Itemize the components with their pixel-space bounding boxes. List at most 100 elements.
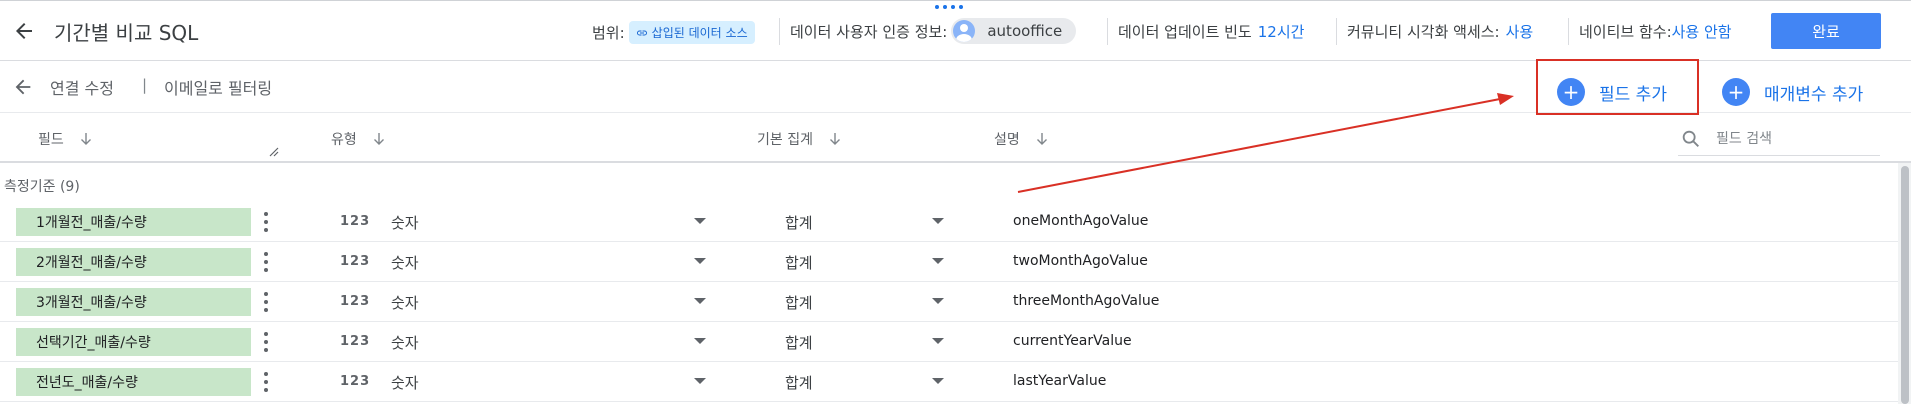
toolbar-divider: | — [142, 76, 148, 94]
kebab-menu-icon[interactable] — [259, 251, 273, 273]
column-header-label: 기본 집계 — [757, 132, 813, 148]
scope-label: 범위: — [592, 24, 625, 42]
community-info: 커뮤니티 시각화 액세스: 사용 — [1347, 21, 1533, 42]
freshness-info: 데이터 업데이트 빈도 12시간 — [1118, 21, 1304, 42]
table-row: 2개월전_매출/수량 123 숫자 합계 twoMonthAgoValue — [0, 242, 1898, 282]
add-parameter-label: 매개변수 추가 — [1764, 84, 1864, 105]
table-row: 1개월전_매출/수량 123 숫자 합계 oneMonthAgoValue — [0, 202, 1898, 242]
filter-by-email-link[interactable]: 이메일로 필터링 — [164, 75, 272, 99]
credentials-label: 데이터 사용자 인증 정보: — [790, 22, 948, 41]
report-header: 기간별 비교 SQL 범위: 삽입된 데이터 소스 데이터 사용자 인증 정보:… — [0, 0, 1911, 61]
column-header-aggregation[interactable]: 기본 집계 — [757, 129, 843, 149]
native-link[interactable]: 사용 안함 — [1672, 21, 1732, 42]
arrow-down-icon — [829, 133, 840, 145]
native-label: 네이티브 함수: — [1579, 23, 1672, 41]
column-header-description[interactable]: 설명 — [994, 129, 1050, 149]
number-type-icon: 123 — [340, 214, 371, 229]
type-select[interactable]: 숫자 — [391, 292, 419, 313]
field-description[interactable]: currentYearValue — [1013, 333, 1132, 349]
field-search — [1678, 123, 1880, 156]
field-search-input[interactable] — [1716, 131, 1876, 147]
header-divider — [779, 18, 780, 45]
caret-down-icon[interactable] — [932, 378, 944, 384]
edit-connection-link[interactable]: 연결 수정 — [50, 75, 114, 99]
type-select[interactable]: 숫자 — [391, 252, 419, 273]
field-description[interactable]: oneMonthAgoValue — [1013, 213, 1148, 229]
caret-down-icon[interactable] — [932, 218, 944, 224]
table-row: 전년도_매출/수량 123 숫자 합계 lastYearValue — [0, 362, 1898, 402]
header-divider — [1336, 18, 1337, 45]
type-select[interactable]: 숫자 — [391, 372, 419, 393]
aggregation-select[interactable]: 합계 — [785, 212, 813, 233]
kebab-menu-icon[interactable] — [259, 291, 273, 313]
kebab-menu-icon[interactable] — [259, 211, 273, 233]
native-info: 네이티브 함수: 사용 안함 — [1579, 21, 1732, 42]
type-select[interactable]: 숫자 — [391, 212, 419, 233]
number-type-icon: 123 — [340, 374, 371, 389]
caret-down-icon[interactable] — [694, 258, 706, 264]
column-header-label: 유형 — [331, 132, 357, 148]
caret-down-icon[interactable] — [932, 298, 944, 304]
field-name-chip[interactable]: 선택기간_매출/수량 — [16, 328, 251, 356]
freshness-link[interactable]: 12시간 — [1258, 21, 1305, 42]
field-name-chip[interactable]: 전년도_매출/수량 — [16, 368, 251, 396]
column-header-label: 필드 — [38, 132, 64, 148]
add-field-button[interactable]: + 필드 추가 — [1557, 78, 1667, 106]
add-parameter-button[interactable]: + 매개변수 추가 — [1722, 78, 1863, 106]
back-arrow-icon[interactable] — [12, 76, 34, 98]
caret-down-icon[interactable] — [694, 298, 706, 304]
credentials-user: autooffice — [987, 22, 1063, 40]
community-link[interactable]: 사용 — [1506, 21, 1534, 42]
done-button[interactable]: 완료 — [1771, 13, 1881, 49]
caret-down-icon[interactable] — [932, 258, 944, 264]
column-resize-icon[interactable] — [269, 147, 279, 157]
field-name-chip[interactable]: 2개월전_매출/수량 — [16, 248, 251, 276]
add-field-label: 필드 추가 — [1599, 84, 1667, 105]
scrollbar-thumb[interactable] — [1901, 166, 1909, 404]
kebab-menu-icon[interactable] — [259, 371, 273, 393]
number-type-icon: 123 — [340, 334, 371, 349]
caret-down-icon[interactable] — [932, 338, 944, 344]
table-row: 3개월전_매출/수량 123 숫자 합계 threeMonthAgoValue — [0, 282, 1898, 322]
field-table-header: 필드 유형 기본 집계 설명 — [0, 113, 1911, 163]
page-title: 기간별 비교 SQL — [54, 21, 199, 45]
back-arrow-icon[interactable] — [12, 19, 36, 43]
link-icon — [636, 30, 647, 35]
search-icon — [1682, 130, 1699, 147]
community-label: 커뮤니티 시각화 액세스: — [1347, 23, 1500, 41]
field-name-chip[interactable]: 3개월전_매출/수량 — [16, 288, 251, 316]
scope-chip[interactable]: 삽입된 데이터 소스 — [628, 21, 755, 44]
aggregation-select[interactable]: 합계 — [785, 292, 813, 313]
field-list: 1개월전_매출/수량 123 숫자 합계 oneMonthAgoValue 2개… — [0, 202, 1898, 402]
field-description[interactable]: threeMonthAgoValue — [1013, 293, 1159, 309]
plus-icon: + — [1557, 78, 1585, 106]
freshness-label: 데이터 업데이트 빈도 — [1118, 23, 1252, 41]
drag-handle[interactable] — [935, 5, 963, 9]
plus-icon: + — [1722, 78, 1750, 106]
aggregation-select[interactable]: 합계 — [785, 372, 813, 393]
caret-down-icon[interactable] — [694, 218, 706, 224]
user-avatar-icon — [953, 20, 976, 42]
type-select[interactable]: 숫자 — [391, 332, 419, 353]
caret-down-icon[interactable] — [694, 338, 706, 344]
header-divider — [1568, 18, 1569, 45]
column-header-label: 설명 — [994, 132, 1020, 148]
column-header-type[interactable]: 유형 — [331, 129, 387, 149]
arrow-down-icon — [80, 133, 91, 145]
field-name-chip[interactable]: 1개월전_매출/수량 — [16, 208, 251, 236]
scope-info: 범위: 삽입된 데이터 소스 — [592, 21, 755, 44]
column-header-field[interactable]: 필드 — [38, 129, 94, 149]
credentials-info: 데이터 사용자 인증 정보: autooffice — [790, 18, 1077, 44]
arrow-down-icon — [1036, 133, 1047, 145]
number-type-icon: 123 — [340, 254, 371, 269]
field-description[interactable]: twoMonthAgoValue — [1013, 253, 1148, 269]
field-description[interactable]: lastYearValue — [1013, 373, 1106, 389]
aggregation-select[interactable]: 합계 — [785, 252, 813, 273]
number-type-icon: 123 — [340, 294, 371, 309]
kebab-menu-icon[interactable] — [259, 331, 273, 353]
caret-down-icon[interactable] — [694, 378, 706, 384]
credentials-user-chip[interactable]: autooffice — [951, 18, 1077, 44]
section-title: 측정기준 (9) — [4, 179, 80, 195]
aggregation-select[interactable]: 합계 — [785, 332, 813, 353]
header-divider — [1107, 18, 1108, 45]
